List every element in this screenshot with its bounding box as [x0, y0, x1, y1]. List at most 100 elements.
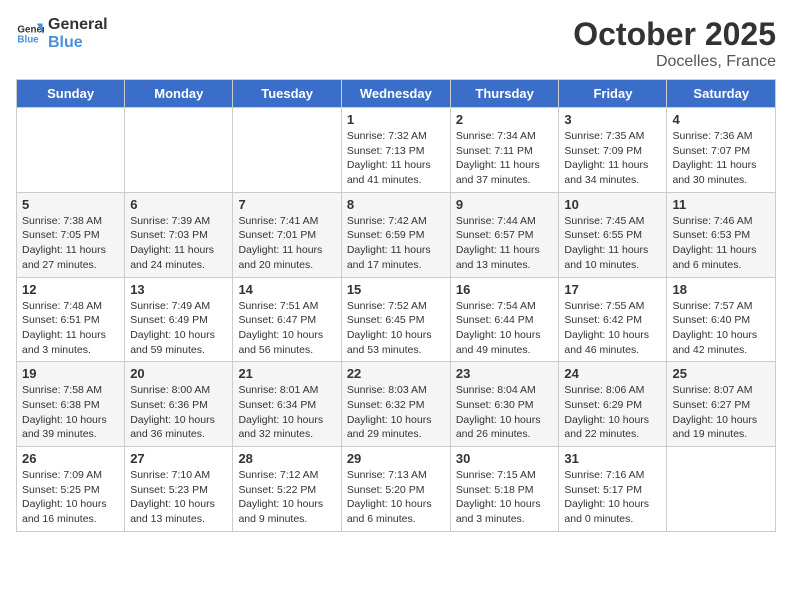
day-info: Sunrise: 7:44 AM Sunset: 6:57 PM Dayligh…: [456, 214, 554, 273]
calendar-cell: 30 Sunrise: 7:15 AM Sunset: 5:18 PM Dayli…: [450, 447, 559, 532]
calendar-cell: 5 Sunrise: 7:38 AM Sunset: 7:05 PM Daylig…: [17, 192, 125, 277]
day-number: 22: [347, 366, 445, 381]
day-number: 25: [672, 366, 770, 381]
day-number: 12: [22, 282, 119, 297]
day-info: Sunrise: 7:54 AM Sunset: 6:44 PM Dayligh…: [456, 299, 554, 358]
calendar-cell: [125, 108, 233, 193]
day-info: Sunrise: 7:09 AM Sunset: 5:25 PM Dayligh…: [22, 468, 119, 527]
calendar-table: SundayMondayTuesdayWednesdayThursdayFrid…: [16, 79, 776, 532]
page-header: General Blue General Blue October 2025 D…: [16, 16, 776, 71]
calendar-cell: 29 Sunrise: 7:13 AM Sunset: 5:20 PM Dayli…: [341, 447, 450, 532]
calendar-cell: 26 Sunrise: 7:09 AM Sunset: 5:25 PM Dayli…: [17, 447, 125, 532]
calendar-cell: 31 Sunrise: 7:16 AM Sunset: 5:17 PM Dayli…: [559, 447, 667, 532]
day-info: Sunrise: 7:46 AM Sunset: 6:53 PM Dayligh…: [672, 214, 770, 273]
day-number: 8: [347, 197, 445, 212]
day-number: 5: [22, 197, 119, 212]
logo-general: General: [48, 16, 108, 34]
day-number: 28: [238, 451, 335, 466]
calendar-cell: 4Sunrise: 7:36 AM Sunset: 7:07 PM Daylig…: [667, 108, 776, 193]
calendar-cell: 13Sunrise: 7:49 AM Sunset: 6:49 PM Dayli…: [125, 277, 233, 362]
calendar-cell: 8Sunrise: 7:42 AM Sunset: 6:59 PM Daylig…: [341, 192, 450, 277]
calendar-cell: 1 Sunrise: 7:32 AM Sunset: 7:13 PM Daylig…: [341, 108, 450, 193]
day-number: 29: [347, 451, 445, 466]
day-info: Sunrise: 7:15 AM Sunset: 5:18 PM Dayligh…: [456, 468, 554, 527]
calendar-cell: 21 Sunrise: 8:01 AM Sunset: 6:34 PM Dayli…: [233, 362, 341, 447]
day-info: Sunrise: 7:39 AM Sunset: 7:03 PM Dayligh…: [130, 214, 227, 273]
day-info: Sunrise: 8:07 AM Sunset: 6:27 PM Dayligh…: [672, 383, 770, 442]
day-info: Sunrise: 7:10 AM Sunset: 5:23 PM Dayligh…: [130, 468, 227, 527]
calendar-cell: 10Sunrise: 7:45 AM Sunset: 6:55 PM Dayli…: [559, 192, 667, 277]
day-number: 26: [22, 451, 119, 466]
day-info: Sunrise: 7:16 AM Sunset: 5:17 PM Dayligh…: [564, 468, 661, 527]
calendar-cell: [233, 108, 341, 193]
day-number: 6: [130, 197, 227, 212]
svg-text:Blue: Blue: [17, 34, 39, 45]
calendar-week-row: 5 Sunrise: 7:38 AM Sunset: 7:05 PM Daylig…: [17, 192, 776, 277]
logo-icon: General Blue: [16, 20, 44, 48]
calendar-cell: 25 Sunrise: 8:07 AM Sunset: 6:27 PM Dayli…: [667, 362, 776, 447]
day-number: 1: [347, 112, 445, 127]
calendar-cell: 22 Sunrise: 8:03 AM Sunset: 6:32 PM Dayli…: [341, 362, 450, 447]
day-info: Sunrise: 7:52 AM Sunset: 6:45 PM Dayligh…: [347, 299, 445, 358]
calendar-week-row: 26 Sunrise: 7:09 AM Sunset: 5:25 PM Dayli…: [17, 447, 776, 532]
calendar-cell: 14 Sunrise: 7:51 AM Sunset: 6:47 PM Dayli…: [233, 277, 341, 362]
day-info: Sunrise: 7:51 AM Sunset: 6:47 PM Dayligh…: [238, 299, 335, 358]
day-info: Sunrise: 7:49 AM Sunset: 6:49 PM Dayligh…: [130, 299, 227, 358]
day-of-week-header: Saturday: [667, 80, 776, 108]
day-number: 7: [238, 197, 335, 212]
calendar-cell: 12 Sunrise: 7:48 AM Sunset: 6:51 PM Dayli…: [17, 277, 125, 362]
day-number: 14: [238, 282, 335, 297]
day-number: 19: [22, 366, 119, 381]
day-info: Sunrise: 7:13 AM Sunset: 5:20 PM Dayligh…: [347, 468, 445, 527]
day-info: Sunrise: 7:58 AM Sunset: 6:38 PM Dayligh…: [22, 383, 119, 442]
day-info: Sunrise: 7:55 AM Sunset: 6:42 PM Dayligh…: [564, 299, 661, 358]
day-info: Sunrise: 7:57 AM Sunset: 6:40 PM Dayligh…: [672, 299, 770, 358]
day-info: Sunrise: 7:38 AM Sunset: 7:05 PM Dayligh…: [22, 214, 119, 273]
day-number: 18: [672, 282, 770, 297]
day-number: 24: [564, 366, 661, 381]
calendar-cell: 24 Sunrise: 8:06 AM Sunset: 6:29 PM Dayli…: [559, 362, 667, 447]
day-number: 27: [130, 451, 227, 466]
calendar-cell: [667, 447, 776, 532]
day-info: Sunrise: 7:48 AM Sunset: 6:51 PM Dayligh…: [22, 299, 119, 358]
calendar-cell: 3Sunrise: 7:35 AM Sunset: 7:09 PM Daylig…: [559, 108, 667, 193]
day-of-week-header: Sunday: [17, 80, 125, 108]
day-number: 9: [456, 197, 554, 212]
calendar-cell: 11 Sunrise: 7:46 AM Sunset: 6:53 PM Dayli…: [667, 192, 776, 277]
day-info: Sunrise: 7:35 AM Sunset: 7:09 PM Dayligh…: [564, 129, 661, 188]
day-number: 17: [564, 282, 661, 297]
day-number: 15: [347, 282, 445, 297]
day-info: Sunrise: 8:00 AM Sunset: 6:36 PM Dayligh…: [130, 383, 227, 442]
day-info: Sunrise: 7:41 AM Sunset: 7:01 PM Dayligh…: [238, 214, 335, 273]
calendar-cell: 17 Sunrise: 7:55 AM Sunset: 6:42 PM Dayli…: [559, 277, 667, 362]
calendar-week-row: 19 Sunrise: 7:58 AM Sunset: 6:38 PM Dayli…: [17, 362, 776, 447]
day-info: Sunrise: 8:04 AM Sunset: 6:30 PM Dayligh…: [456, 383, 554, 442]
day-number: 30: [456, 451, 554, 466]
day-number: 11: [672, 197, 770, 212]
day-info: Sunrise: 7:34 AM Sunset: 7:11 PM Dayligh…: [456, 129, 554, 188]
calendar-cell: 23Sunrise: 8:04 AM Sunset: 6:30 PM Dayli…: [450, 362, 559, 447]
day-of-week-header: Monday: [125, 80, 233, 108]
day-of-week-header: Tuesday: [233, 80, 341, 108]
day-info: Sunrise: 7:45 AM Sunset: 6:55 PM Dayligh…: [564, 214, 661, 273]
day-info: Sunrise: 8:01 AM Sunset: 6:34 PM Dayligh…: [238, 383, 335, 442]
logo-blue: Blue: [48, 34, 108, 52]
day-info: Sunrise: 7:32 AM Sunset: 7:13 PM Dayligh…: [347, 129, 445, 188]
calendar-cell: 20 Sunrise: 8:00 AM Sunset: 6:36 PM Dayli…: [125, 362, 233, 447]
day-of-week-header: Thursday: [450, 80, 559, 108]
calendar-cell: 7 Sunrise: 7:41 AM Sunset: 7:01 PM Daylig…: [233, 192, 341, 277]
calendar-cell: 2 Sunrise: 7:34 AM Sunset: 7:11 PM Daylig…: [450, 108, 559, 193]
calendar-header-row: SundayMondayTuesdayWednesdayThursdayFrid…: [17, 80, 776, 108]
day-info: Sunrise: 8:03 AM Sunset: 6:32 PM Dayligh…: [347, 383, 445, 442]
day-number: 31: [564, 451, 661, 466]
logo: General Blue General Blue: [16, 16, 108, 51]
calendar-cell: 28Sunrise: 7:12 AM Sunset: 5:22 PM Dayli…: [233, 447, 341, 532]
month-title: October 2025: [573, 16, 776, 53]
calendar-cell: [17, 108, 125, 193]
day-info: Sunrise: 8:06 AM Sunset: 6:29 PM Dayligh…: [564, 383, 661, 442]
calendar-cell: 18 Sunrise: 7:57 AM Sunset: 6:40 PM Dayli…: [667, 277, 776, 362]
day-number: 20: [130, 366, 227, 381]
day-number: 21: [238, 366, 335, 381]
day-number: 2: [456, 112, 554, 127]
calendar-cell: 16Sunrise: 7:54 AM Sunset: 6:44 PM Dayli…: [450, 277, 559, 362]
